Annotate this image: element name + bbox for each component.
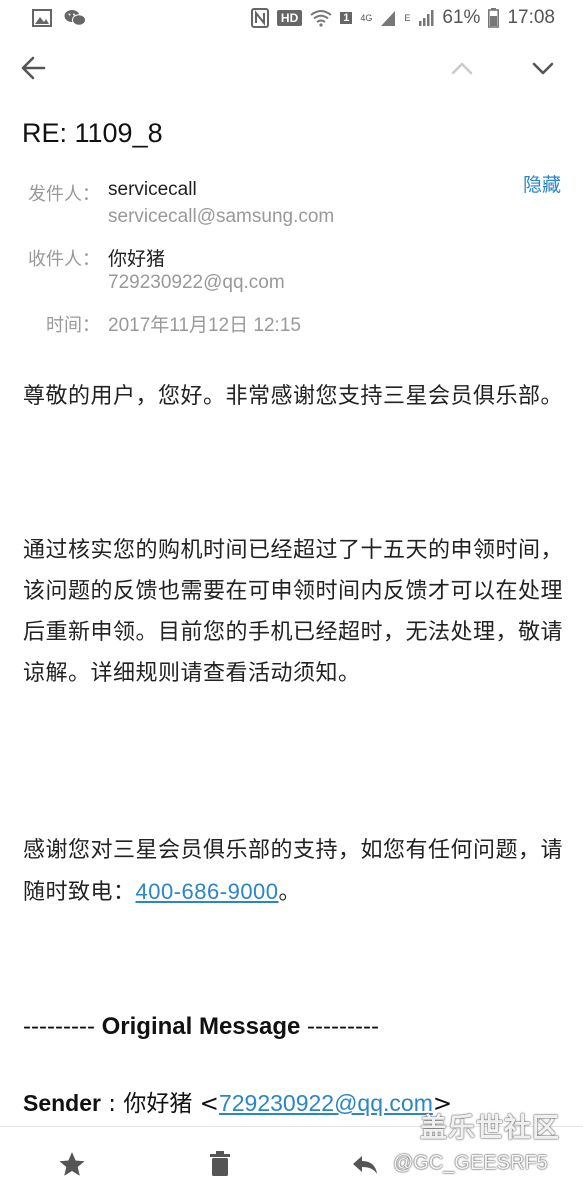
battery-percent: 61% — [442, 7, 481, 28]
star-icon — [59, 1152, 85, 1176]
status-bar-right: HD 1 4G E 61% 17:08 — [250, 7, 555, 29]
network-alt-label: E — [404, 13, 411, 23]
orig-dashes-right: --------- — [300, 1013, 379, 1040]
back-arrow-icon — [21, 56, 46, 80]
original-message-header: --------- Original Message --------- — [23, 1013, 379, 1041]
watermark-community: 盖乐世社区 — [420, 1113, 560, 1144]
wechat-icon — [64, 10, 86, 26]
signal-icon-secondary — [419, 10, 434, 26]
wifi-icon — [310, 10, 332, 27]
status-bar-left — [32, 9, 86, 27]
reply-icon — [353, 1156, 377, 1174]
watermark-handle: @GC_GEESRF5 — [393, 1152, 548, 1174]
network-type-label: 4G — [360, 13, 373, 23]
chevron-down-icon — [532, 62, 554, 75]
original-sender-name: : 你好猪 < — [100, 1091, 219, 1117]
sender-name[interactable]: servicecall — [108, 179, 197, 201]
recipient-label: 收件人： — [28, 249, 100, 270]
email-subject: RE: 1109_8 — [22, 118, 163, 148]
reply-button[interactable] — [350, 1149, 380, 1179]
original-sender-email-link[interactable]: 729230922@qq.com — [219, 1090, 433, 1116]
previous-email-button[interactable] — [446, 52, 478, 84]
time-label: 时间： — [46, 315, 100, 336]
orig-title: Original Message — [101, 1013, 301, 1040]
star-button[interactable] — [57, 1149, 87, 1179]
gallery-icon — [32, 9, 52, 27]
delete-button[interactable] — [205, 1149, 235, 1179]
hide-details-link[interactable]: 隐藏 — [523, 170, 561, 197]
closing-punctuation: 。 — [278, 880, 302, 905]
original-sender-label: Sender — [23, 1090, 101, 1116]
original-sender-line: Sender : 你好猪 <729230922@qq.com> — [23, 1084, 452, 1118]
status-bar: HD 1 4G E 61% 17:08 — [0, 0, 583, 36]
nfc-icon — [250, 8, 269, 28]
signal-icon — [381, 11, 396, 26]
phone-link[interactable]: 400-686-9000 — [136, 879, 279, 904]
top-app-bar — [0, 40, 583, 96]
clock: 17:08 — [507, 7, 555, 28]
sender-label: 发件人： — [28, 184, 100, 205]
sim-badge: 1 — [340, 12, 353, 24]
recipient-name[interactable]: 你好猪 — [108, 244, 165, 271]
body-paragraph-details: 通过核实您的购机时间已经超过了十五天的申领时间，该问题的反馈也需要在可申领时间内… — [23, 538, 564, 686]
back-button[interactable] — [16, 50, 52, 86]
body-paragraph-closing: 感谢您对三星会员俱乐部的支持，如您有任何问题，请随时致电：400-686-900… — [23, 830, 563, 913]
body-paragraph-greeting: 尊敬的用户，您好。非常感谢您支持三星会员俱乐部。 — [23, 384, 564, 409]
hd-badge: HD — [276, 10, 303, 26]
battery-icon — [488, 8, 500, 28]
email-time: 2017年11月12日 12:15 — [108, 315, 301, 336]
recipient-email[interactable]: 729230922@qq.com — [108, 272, 285, 294]
next-email-button[interactable] — [527, 52, 559, 84]
orig-dashes-left: --------- — [23, 1013, 102, 1040]
trash-icon — [210, 1151, 230, 1176]
sender-email[interactable]: servicecall@samsung.com — [108, 206, 334, 228]
chevron-up-icon — [451, 62, 473, 75]
